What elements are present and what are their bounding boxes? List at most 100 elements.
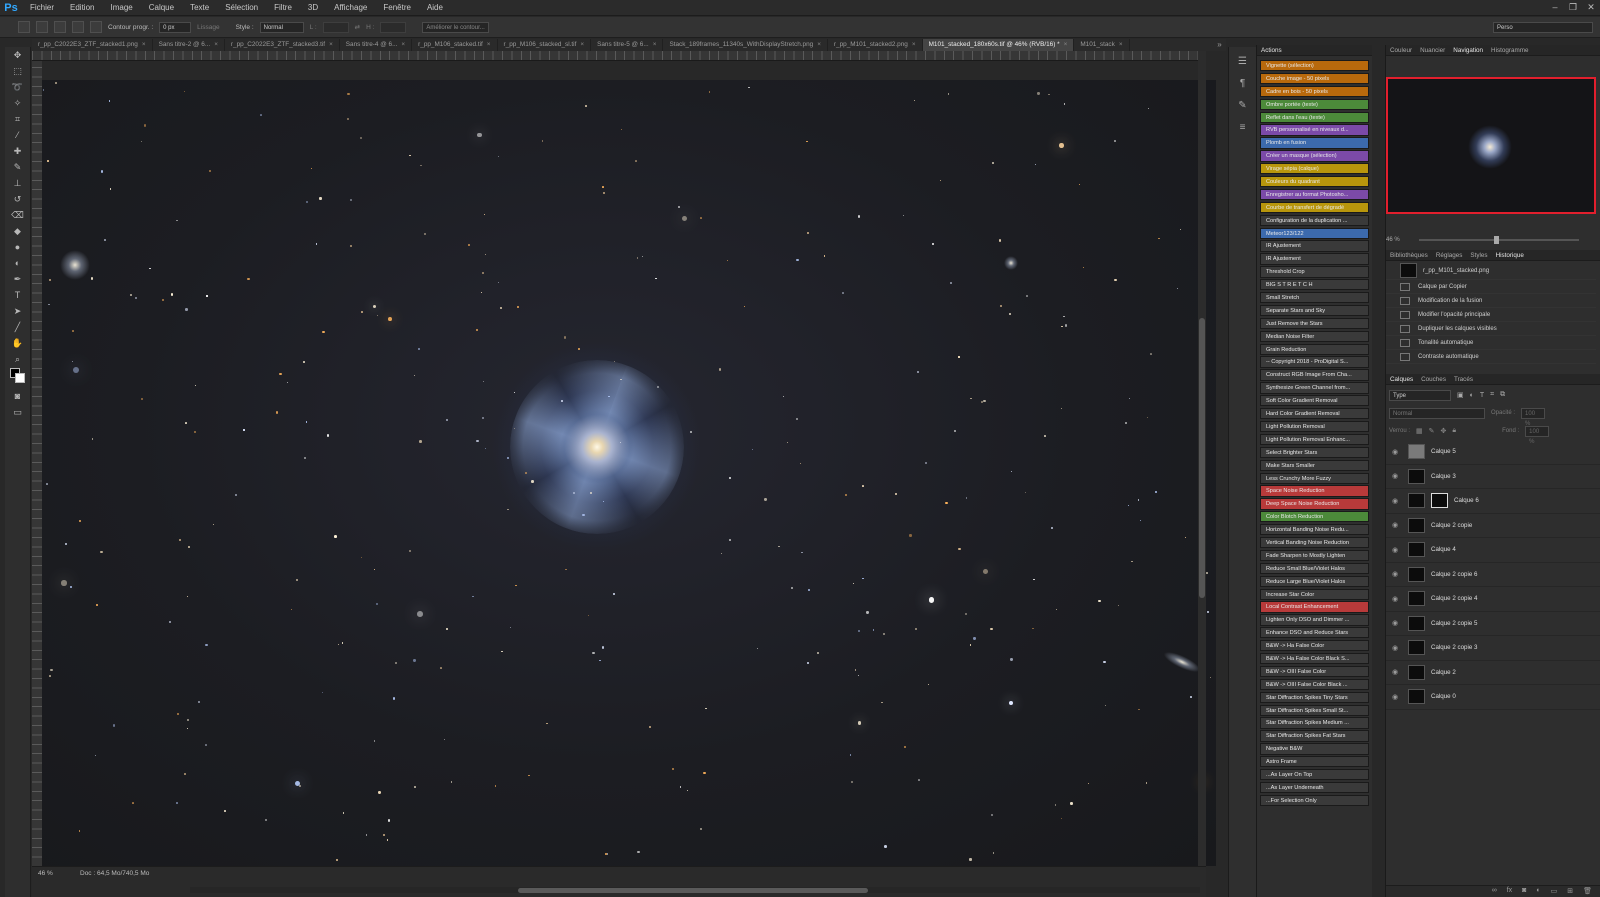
add-mask-icon[interactable]: ◙ <box>1522 887 1526 895</box>
layer-row[interactable]: ◉ Calque 6 <box>1386 489 1600 514</box>
action-item[interactable]: Synthesize Green Channel from... <box>1260 382 1369 394</box>
close-icon[interactable]: ✕ <box>1582 0 1600 16</box>
layer-row[interactable]: ◉ Calque 4 <box>1386 538 1600 563</box>
document-tab[interactable]: M101_stack × <box>1074 39 1130 51</box>
type-tool-icon[interactable]: T <box>9 288 27 303</box>
pen-tool-icon[interactable]: ✒ <box>9 272 27 287</box>
action-item[interactable]: Star Diffraction Spikes Tiny Stars <box>1260 691 1369 703</box>
vertical-scroll-thumb[interactable] <box>1199 318 1205 598</box>
eye-visibility-icon[interactable]: ◉ <box>1386 644 1404 652</box>
blend-mode-select[interactable]: Normal <box>1389 407 1485 419</box>
intersect-selection-icon[interactable] <box>90 21 102 33</box>
lock-transparency-icon[interactable]: ▦ <box>1416 427 1423 435</box>
action-item[interactable]: Cadre en bois - 50 pixels <box>1260 85 1369 98</box>
filter-type-icon[interactable]: T <box>1480 392 1484 399</box>
action-item[interactable]: IR Ajustement <box>1260 240 1369 252</box>
workspace-select[interactable]: Perso <box>1493 22 1593 33</box>
navigator-panel-tab[interactable]: Couleur <box>1390 47 1412 54</box>
blur-tool-icon[interactable]: ● <box>9 240 27 255</box>
action-item[interactable]: Small Stretch <box>1260 292 1369 304</box>
action-item[interactable]: Lighten Only DSO and Dimmer ... <box>1260 614 1369 626</box>
action-item[interactable]: Reduce Small Blue/Violet Halos <box>1260 562 1369 575</box>
new-layer-icon[interactable]: ⊞ <box>1567 887 1573 895</box>
eye-visibility-icon[interactable]: ◉ <box>1386 595 1404 603</box>
layer-row[interactable]: ◉ Calque 2 <box>1386 661 1600 685</box>
action-item[interactable]: Deep Space Noise Reduction <box>1260 498 1369 510</box>
history-item[interactable]: Dupliquer les calques visibles <box>1386 322 1596 336</box>
eye-visibility-icon[interactable]: ◉ <box>1386 570 1404 578</box>
action-item[interactable]: Color Blotch Reduction <box>1260 511 1369 523</box>
layer-row[interactable]: ◉ Calque 2 copie 5 <box>1386 612 1600 636</box>
document-tab[interactable]: Stack_189frames_11340s_WithDisplayStretc… <box>663 39 828 51</box>
action-item[interactable]: Enhance DSO and Reduce Stars <box>1260 627 1369 639</box>
add-selection-icon[interactable] <box>54 21 66 33</box>
action-item[interactable]: Just Remove the Stars <box>1260 317 1369 330</box>
layer-row[interactable]: ◉ Calque 5 <box>1386 440 1600 465</box>
action-item[interactable]: ...For Selection Only <box>1260 794 1369 807</box>
action-item[interactable]: B&W -> OIII False Color Black ... <box>1260 678 1369 691</box>
action-item[interactable]: B&W -> OIII False Color <box>1260 665 1369 678</box>
new-adjustment-icon[interactable]: ◐ <box>1536 887 1540 895</box>
zoom-tool-icon[interactable]: ⌕ <box>9 352 27 367</box>
lock-position-icon[interactable]: ✥ <box>1441 427 1447 435</box>
new-selection-icon[interactable] <box>36 21 48 33</box>
healing-tool-icon[interactable]: ✚ <box>9 144 27 159</box>
filter-pixel-icon[interactable]: ▣ <box>1457 391 1464 399</box>
history-item[interactable]: Contraste automatique <box>1386 350 1596 364</box>
action-item[interactable]: Star Diffraction Spikes Fat Stars <box>1260 730 1369 742</box>
action-item[interactable]: Créer un masque (sélection) <box>1260 150 1369 162</box>
action-item[interactable]: Plomb en fusion <box>1260 137 1369 149</box>
action-item[interactable]: B&W -> Ha False Color <box>1260 640 1369 652</box>
action-item[interactable]: Threshold Crop <box>1260 266 1369 278</box>
layer-row[interactable]: ◉ Calque 0 <box>1386 685 1600 710</box>
filter-smart-object-icon[interactable]: ⧉ <box>1500 391 1505 399</box>
fill-input[interactable]: 100 % <box>1525 425 1550 445</box>
opacity-input[interactable]: 100 % <box>1521 407 1546 427</box>
eye-visibility-icon[interactable]: ◉ <box>1386 668 1404 676</box>
eye-visibility-icon[interactable]: ◉ <box>1386 448 1404 456</box>
action-item[interactable]: Reduce Large Blue/Violet Halos <box>1260 575 1369 587</box>
action-item[interactable]: Couche image - 50 pixels <box>1260 72 1369 85</box>
action-item[interactable]: Virage sépia (calque) <box>1260 163 1369 175</box>
layer-style-icon[interactable]: fx <box>1507 887 1512 895</box>
navigator-zoom-slider[interactable] <box>1419 239 1579 241</box>
history-item[interactable]: Calque par Copier <box>1386 280 1596 294</box>
menu-item[interactable]: Calque <box>141 0 182 16</box>
menu-item[interactable]: Affichage <box>326 0 375 16</box>
eye-visibility-icon[interactable]: ◉ <box>1386 546 1404 554</box>
layer-filter-select[interactable]: Type <box>1389 389 1451 401</box>
menu-item[interactable]: Fichier <box>22 0 62 16</box>
properties-icon[interactable]: ☰ <box>1236 55 1250 69</box>
document-tab[interactable]: r_pp_C2022E3_ZTF_stacked1.png × <box>32 39 153 51</box>
action-item[interactable]: Hard Color Gradient Removal <box>1260 408 1369 420</box>
action-item[interactable]: Grain Reduction <box>1260 343 1369 355</box>
menu-item[interactable]: Aide <box>419 0 451 16</box>
history-snapshot[interactable]: r_pp_M101_stacked.png <box>1386 262 1596 280</box>
paragraph-icon[interactable]: ¶ <box>1236 77 1250 91</box>
restore-icon[interactable]: ❐ <box>1564 0 1582 16</box>
document-tab[interactable]: r_pp_M101_stacked2.png × <box>828 39 923 51</box>
action-item[interactable]: Configuration de la duplication ... <box>1260 214 1369 226</box>
menu-item[interactable]: Image <box>102 0 140 16</box>
eye-visibility-icon[interactable]: ◉ <box>1386 497 1404 505</box>
eraser-tool-icon[interactable]: ⌫ <box>9 208 27 223</box>
history-item[interactable]: Modification de la fusion <box>1386 294 1596 308</box>
action-item[interactable]: Star Diffraction Spikes Medium ... <box>1260 717 1369 729</box>
history-panel-tab[interactable]: Bibliothèques <box>1390 252 1428 259</box>
menu-item[interactable]: Sélection <box>217 0 266 16</box>
action-item[interactable]: Negative B&W <box>1260 743 1369 755</box>
stamp-tool-icon[interactable]: ⊥ <box>9 176 27 191</box>
marquee-tool-preset[interactable] <box>18 21 30 33</box>
delete-layer-icon[interactable]: 🗑︎ <box>1583 887 1592 895</box>
menu-item[interactable]: Fenêtre <box>375 0 419 16</box>
document-tab[interactable]: Sans titre-2 @ 6... × <box>153 39 225 51</box>
close-icon[interactable]: × <box>329 41 333 48</box>
action-item[interactable]: Fade Sharpen to Mostly Lighten <box>1260 549 1369 562</box>
document-canvas[interactable] <box>42 80 1216 866</box>
lissage-checkbox[interactable]: Lissage <box>197 24 219 31</box>
lock-all-icon[interactable]: 🔒︎ <box>1452 427 1456 435</box>
layer-row[interactable]: ◉ Calque 2 copie 6 <box>1386 563 1600 587</box>
history-item[interactable]: Tonalité automatique <box>1386 336 1596 350</box>
link-layers-icon[interactable]: ∞ <box>1492 887 1497 895</box>
filter-shape-icon[interactable]: ⌗ <box>1490 391 1494 399</box>
